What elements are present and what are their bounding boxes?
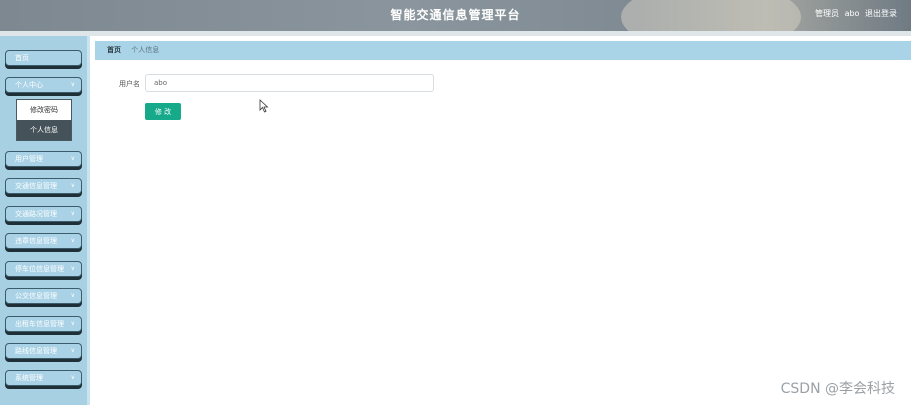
sidebar-item-label: 出租车信息管理	[15, 320, 64, 328]
sidebar-item-violation[interactable]: 违章信息管理 ∨	[5, 233, 82, 249]
sidebar-item-label: 公交信息管理	[15, 292, 57, 300]
breadcrumb-current: 个人信息	[131, 46, 160, 54]
sidebar-item-personal-center[interactable]: 个人中心 ∨	[5, 77, 82, 93]
chevron-down-icon: ∨	[70, 292, 75, 299]
chevron-down-icon: ∨	[70, 347, 75, 354]
sidebar-item-label: 停车位信息管理	[15, 265, 64, 273]
sidebar-edge	[87, 36, 90, 405]
sidebar-item-traffic-info[interactable]: 交通信息管理 ∨	[5, 178, 82, 194]
sidebar-item-route[interactable]: 路线信息管理 ∨	[5, 343, 82, 359]
personal-center-submenu: 修改密码 个人信息	[16, 99, 72, 141]
chevron-down-icon: ∨	[70, 81, 75, 88]
mouse-pointer-icon	[259, 99, 269, 113]
save-button[interactable]: 修 改	[145, 103, 181, 120]
username: abo	[844, 9, 860, 18]
sidebar-item-label: 违章信息管理	[15, 237, 57, 245]
sidebar-item-home[interactable]: 首页	[5, 50, 82, 66]
sidebar-item-label: 路线信息管理	[15, 347, 57, 355]
sidebar-item-label: 首页	[15, 54, 29, 62]
chevron-down-icon: ∨	[70, 182, 75, 189]
sidebar-item-label: 交通信息管理	[15, 182, 57, 190]
sidebar-item-parking[interactable]: 停车位信息管理 ∨	[5, 261, 82, 277]
sidebar-item-road-condition[interactable]: 交通路况管理 ∨	[5, 206, 82, 222]
user-role: 管理员	[815, 9, 840, 18]
sidebar-item-label: 用户管理	[15, 155, 43, 163]
submenu-item-personal-info[interactable]: 个人信息	[17, 120, 71, 140]
header-divider	[0, 31, 911, 36]
logout-link[interactable]: 退出登录	[865, 9, 897, 18]
chevron-down-icon: ∨	[70, 320, 75, 327]
chevron-down-icon: ∨	[70, 210, 75, 217]
breadcrumb-home[interactable]: 首页	[107, 46, 121, 54]
chevron-down-icon: ∨	[70, 374, 75, 381]
top-header: 智能交通信息管理平台 管理员 abo 退出登录	[0, 0, 911, 31]
sidebar-item-system[interactable]: 系统管理 ∨	[5, 370, 82, 386]
username-field[interactable]	[145, 74, 434, 92]
chevron-down-icon: ∨	[70, 237, 75, 244]
sidebar-item-bus[interactable]: 公交信息管理 ∨	[5, 288, 82, 304]
sidebar-item-label: 个人中心	[15, 81, 43, 89]
username-label: 用户名	[119, 80, 140, 88]
sidebar-item-label: 系统管理	[15, 374, 43, 382]
watermark: CSDN @李会科技	[780, 381, 895, 397]
sidebar-item-label: 交通路况管理	[15, 210, 57, 218]
app-title: 智能交通信息管理平台	[390, 8, 521, 22]
chevron-down-icon: ∨	[70, 155, 75, 162]
breadcrumb: 首页 个人信息	[95, 41, 911, 60]
submenu-item-change-password[interactable]: 修改密码	[17, 100, 71, 120]
user-info: 管理员 abo 退出登录	[812, 8, 897, 19]
sidebar-item-taxi[interactable]: 出租车信息管理 ∨	[5, 316, 82, 332]
sidebar-item-user-management[interactable]: 用户管理 ∨	[5, 151, 82, 167]
chevron-down-icon: ∨	[70, 265, 75, 272]
